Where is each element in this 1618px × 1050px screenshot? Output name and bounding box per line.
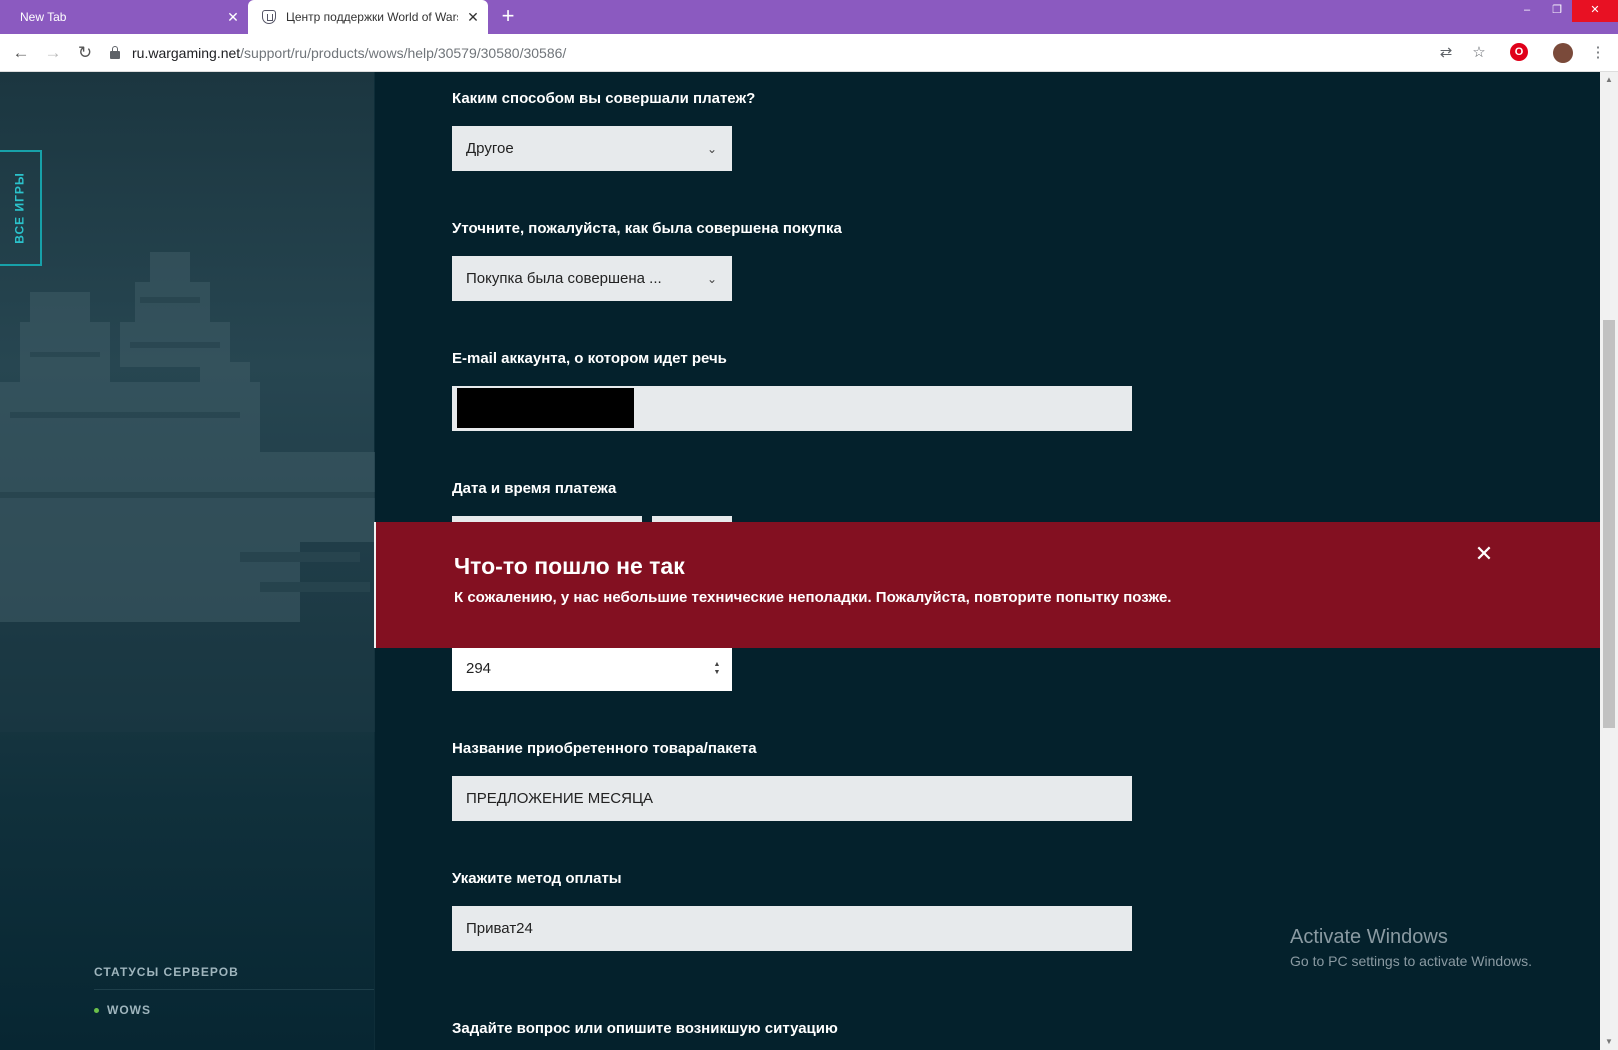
account-email-label: E-mail аккаунта, о котором идет речь: [452, 350, 727, 367]
minimize-button[interactable]: –: [1512, 0, 1542, 22]
watermark-title: Activate Windows: [1290, 926, 1448, 948]
profile-avatar-icon[interactable]: [1553, 43, 1573, 63]
opera-extension-icon[interactable]: O: [1510, 43, 1528, 61]
divider: [94, 989, 374, 990]
restore-button[interactable]: ❐: [1542, 0, 1572, 22]
browser-toolbar: ← → ↻ ru.wargaming.net/support/ru/produc…: [0, 34, 1618, 72]
error-message: К сожалению, у нас небольшие технические…: [454, 589, 1172, 606]
tab-strip: New Tab ✕ Центр поддержки World of Warsh…: [0, 0, 1618, 34]
sidebar: ВСЕ ИГРЫ СТАТУСЫ СЕРВЕРОВ WOWS: [0, 72, 375, 1050]
error-banner: Что-то пошло не так К сожалению, у нас н…: [374, 522, 1604, 648]
redacted-email-block: [457, 388, 634, 428]
account-email-input[interactable]: [452, 386, 1132, 431]
window-controls: – ❐ ✕: [1512, 0, 1618, 34]
input-value: ПРЕДЛОЖЕНИЕ МЕСЯЦА: [466, 790, 654, 807]
menu-kebab-icon[interactable]: ⋮: [1588, 43, 1608, 63]
battleship-background-image: [0, 252, 375, 732]
number-spinner-icon[interactable]: ▲ ▼: [702, 661, 732, 677]
payment-datetime-label: Дата и время платежа: [452, 480, 617, 497]
amount-input[interactable]: 294 ▲ ▼: [452, 646, 732, 691]
translate-icon[interactable]: ⇄: [1436, 43, 1456, 63]
scroll-up-arrow-icon[interactable]: ▲: [1600, 72, 1618, 88]
purchase-detail-label: Уточните, пожалуйста, как была совершена…: [452, 220, 842, 237]
new-tab-button[interactable]: +: [496, 5, 520, 29]
tab-new-tab[interactable]: New Tab ✕: [0, 0, 248, 34]
url-host: ru.wargaming.net: [132, 45, 241, 61]
forward-arrow-icon[interactable]: →: [40, 40, 66, 66]
error-title: Что-то пошло не так: [454, 553, 685, 579]
server-status-title: СТАТУСЫ СЕРВЕРОВ: [94, 965, 239, 979]
server-name: WOWS: [107, 1003, 151, 1017]
select-value: Другое: [466, 140, 514, 157]
payment-way-label: Каким способом вы совершали платеж?: [452, 90, 756, 107]
question-label: Задайте вопрос или опишите возникшую сит…: [452, 1020, 838, 1037]
address-bar[interactable]: ru.wargaming.net/support/ru/products/wow…: [110, 40, 1470, 66]
page-scrollbar[interactable]: ▲ ▼: [1600, 72, 1618, 1050]
scroll-down-arrow-icon[interactable]: ▼: [1600, 1034, 1618, 1050]
chevron-down-icon: ⌄: [706, 271, 718, 286]
wows-favicon-icon: [262, 10, 276, 24]
close-icon[interactable]: ✕: [458, 9, 488, 26]
back-arrow-icon[interactable]: ←: [8, 40, 34, 66]
payment-method-input[interactable]: Приват24: [452, 906, 1132, 951]
url-path: /support/ru/products/wows/help/30579/305…: [240, 45, 567, 61]
page-viewport: ВСЕ ИГРЫ СТАТУСЫ СЕРВЕРОВ WOWS Каким спо…: [0, 72, 1618, 1050]
close-icon[interactable]: ✕: [218, 9, 248, 26]
tab-title: Центр поддержки World of Warships: [286, 10, 458, 24]
windows-activation-watermark: Activate Windows Go to PC settings to ac…: [1290, 926, 1532, 969]
bookmark-star-icon[interactable]: ☆: [1469, 43, 1489, 63]
scroll-thumb[interactable]: [1603, 320, 1615, 728]
input-value: Приват24: [466, 920, 533, 937]
all-games-tab[interactable]: ВСЕ ИГРЫ: [0, 150, 42, 266]
chevron-down-icon: ⌄: [706, 141, 718, 156]
payment-method-label: Укажите метод оплаты: [452, 870, 622, 887]
status-dot-icon: [94, 1007, 99, 1013]
tab-title: New Tab: [20, 10, 67, 24]
close-icon[interactable]: ✕: [1474, 543, 1494, 565]
tab-support-center[interactable]: Центр поддержки World of Warships ✕: [248, 0, 488, 34]
purchase-detail-select[interactable]: Покупка была совершена ... ⌄: [452, 256, 732, 301]
window-close-button[interactable]: ✕: [1572, 0, 1618, 22]
server-item-wows[interactable]: WOWS: [94, 1003, 151, 1017]
select-value: Покупка была совершена ...: [466, 270, 662, 287]
product-name-label: Название приобретенного товара/пакета: [452, 740, 757, 757]
amount-value: 294: [466, 660, 492, 677]
product-name-input[interactable]: ПРЕДЛОЖЕНИЕ МЕСЯЦА: [452, 776, 1132, 821]
watermark-subtitle: Go to PC settings to activate Windows.: [1290, 953, 1532, 969]
lock-icon: [110, 46, 120, 59]
all-games-label: ВСЕ ИГРЫ: [13, 172, 27, 244]
payment-way-select[interactable]: Другое ⌄: [452, 126, 732, 171]
reload-icon[interactable]: ↻: [72, 40, 98, 66]
